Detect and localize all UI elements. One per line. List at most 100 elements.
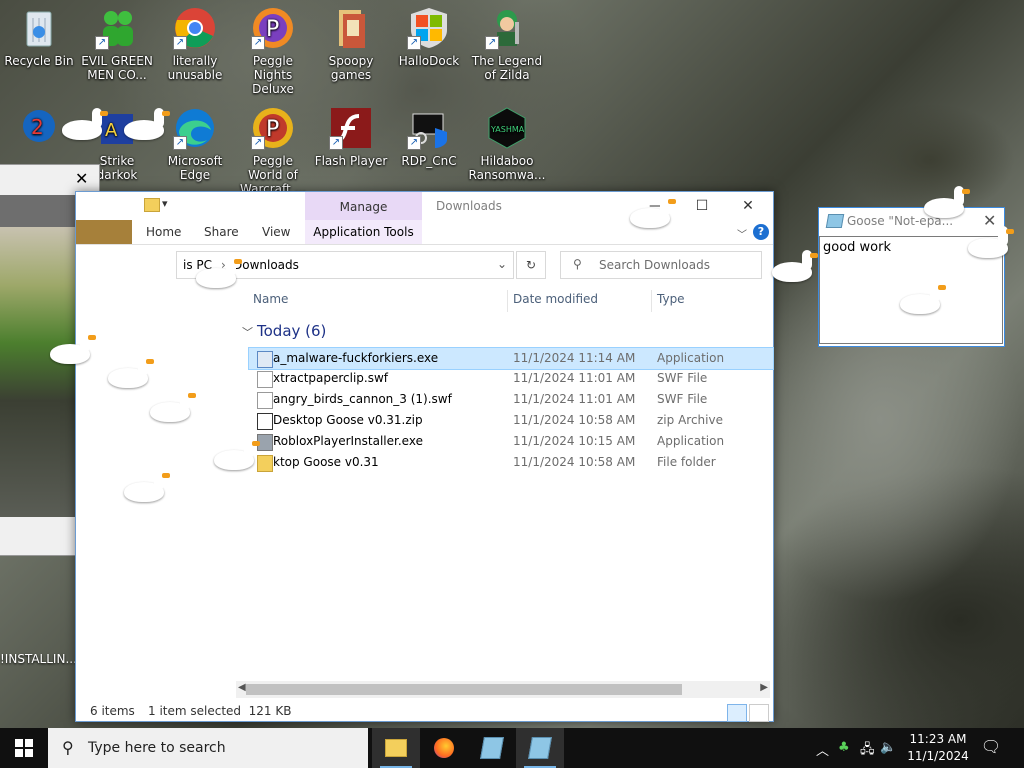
tab-view[interactable]: View: [262, 225, 290, 239]
volume-icon[interactable]: 🔈: [880, 740, 896, 755]
file-type: SWF File: [657, 371, 708, 385]
file-row[interactable]: a_malware-fuckforkiers.exe 11/1/2024 11:…: [248, 347, 774, 370]
quick-access-dropdown-icon[interactable]: ▾: [162, 197, 168, 210]
start-button[interactable]: [0, 728, 48, 768]
desktop-icon-label: RDP_CnC: [401, 154, 457, 168]
goose-sprite[interactable]: [196, 256, 244, 290]
desktop-icon-hallodock[interactable]: ↗ HalloDock: [390, 6, 468, 68]
maximize-button[interactable]: ☐: [679, 192, 725, 220]
chrome-icon: ↗: [173, 6, 217, 50]
file-date: 11/1/2024 10:58 AM: [513, 455, 636, 469]
horizontal-scrollbar[interactable]: ◀ ▶: [236, 681, 770, 698]
close-button[interactable]: ✕: [725, 192, 771, 220]
details-view-icon[interactable]: [727, 704, 747, 722]
desktop-icon-recycle-bin[interactable]: Recycle Bin: [0, 6, 78, 68]
desktop-icon-label: literally unusable: [167, 54, 223, 82]
file-row[interactable]: ktop Goose v0.31 11/1/2024 10:58 AM File…: [249, 452, 773, 473]
show-hidden-icons-icon[interactable]: ︿: [816, 740, 829, 759]
file-row[interactable]: xtractpaperclip.swf 11/1/2024 11:01 AM S…: [249, 368, 773, 389]
tab-file[interactable]: [76, 220, 132, 244]
taskbar-file-explorer[interactable]: [372, 728, 420, 768]
desktop-icon-literally-unusable[interactable]: ↗ literally unusable: [156, 6, 234, 82]
column-divider[interactable]: [507, 290, 508, 312]
scrollbar-thumb[interactable]: [246, 684, 682, 695]
file-explorer-window[interactable]: ▾ Manage Downloads — ☐ ✕ Home Share View…: [75, 191, 774, 722]
network-icon[interactable]: 🖧: [860, 740, 875, 762]
column-header-type[interactable]: Type: [657, 292, 685, 306]
taskbar-search-input[interactable]: ⚲ Type here to search: [48, 728, 368, 768]
group-header-today[interactable]: ﹀ Today (6): [242, 322, 326, 340]
green-men-icon: ↗: [95, 6, 139, 50]
shortcut-arrow-icon: ↗: [173, 136, 187, 150]
column-divider[interactable]: [651, 290, 652, 312]
desktop-icon-hildaboo[interactable]: YASHMA Hildaboo Ransomwa...: [468, 106, 546, 182]
file-type: File folder: [657, 455, 716, 469]
game-icon: 2: [17, 106, 61, 150]
goose-sprite[interactable]: [214, 438, 262, 472]
tab-application-tools[interactable]: Application Tools: [305, 220, 422, 244]
chevron-down-icon[interactable]: ⌄: [497, 257, 507, 271]
goose-sprite[interactable]: [50, 332, 98, 366]
flash-icon: ↗: [329, 106, 373, 150]
file-row[interactable]: RobloxPlayerInstaller.exe 11/1/2024 10:1…: [249, 431, 773, 452]
tab-home[interactable]: Home: [146, 225, 181, 239]
firefox-icon: [434, 738, 454, 758]
taskbar-notepad[interactable]: [468, 728, 516, 768]
desktop-icon-evil-green-men[interactable]: ↗ EVIL GREEN MEN CO...: [78, 6, 156, 82]
goose-sprite[interactable]: [772, 250, 820, 284]
goose-sprite[interactable]: [124, 470, 172, 504]
file-row[interactable]: angry_birds_cannon_3 (1).swf 11/1/2024 1…: [249, 389, 773, 410]
zelda-icon: ↗: [485, 6, 529, 50]
notepad-icon: [480, 737, 504, 759]
close-icon[interactable]: ✕: [75, 169, 88, 188]
clock-time: 11:23 AM: [909, 732, 967, 746]
desktop-icon-label: Peggle Nights Deluxe: [252, 54, 294, 96]
desktop-icon-label: Microsoft Edge: [167, 154, 223, 182]
large-icons-view-icon[interactable]: [749, 704, 769, 722]
search-placeholder: Type here to search: [88, 740, 226, 756]
chevron-down-icon[interactable]: ﹀: [242, 326, 253, 339]
desktop-icon-legend-of-zilda[interactable]: ↗ The Legend of Zilda: [468, 6, 546, 82]
taskbar-notepad-2[interactable]: [516, 728, 564, 768]
goose-sprite[interactable]: [108, 356, 156, 390]
desktop-icon-peggle-wow[interactable]: P ↗ Peggle World of Warcraft ...: [234, 106, 312, 196]
desktop-icon-peggle-nights[interactable]: P ↗ Peggle Nights Deluxe: [234, 6, 312, 96]
goose-sprite[interactable]: [62, 108, 110, 142]
manage-tab[interactable]: Manage: [305, 192, 422, 220]
refresh-button[interactable]: ↻: [516, 251, 546, 279]
search-input[interactable]: ⚲ Search Downloads: [560, 251, 762, 279]
desktop-icon-rdp-cnc[interactable]: ↗ RDP_CnC: [390, 106, 468, 168]
tray-app-icon[interactable]: ♣: [838, 740, 850, 755]
shortcut-arrow-icon: ↗: [95, 36, 109, 50]
goose-sprite[interactable]: [124, 108, 172, 142]
goose-sprite[interactable]: [150, 390, 198, 424]
scroll-left-icon[interactable]: ◀: [238, 682, 246, 693]
file-name: Desktop Goose v0.31.zip: [273, 413, 423, 427]
swf-file-icon: [257, 392, 273, 409]
goose-sprite[interactable]: [924, 186, 972, 220]
help-icon[interactable]: ?: [753, 224, 769, 240]
notification-center-icon[interactable]: 🗨: [980, 737, 1002, 757]
file-row[interactable]: Desktop Goose v0.31.zip 11/1/2024 10:58 …: [249, 410, 773, 431]
goose-sprite[interactable]: [968, 226, 1016, 260]
goose-sprite[interactable]: [630, 196, 678, 230]
file-date: 11/1/2024 11:14 AM: [513, 351, 636, 365]
group-label: Today (6): [257, 322, 327, 340]
column-header-name[interactable]: Name: [253, 292, 288, 306]
system-clock[interactable]: 11:23 AM 11/1/2024: [906, 731, 970, 765]
desktop-icon-label-installing[interactable]: !INSTALLIN...: [0, 652, 80, 666]
desktop-icon-flash-player[interactable]: ↗ Flash Player: [312, 106, 390, 168]
taskbar: ⚲ Type here to search ︿ ♣ 🖧 🔈 11:23 AM 1…: [0, 728, 1024, 768]
shortcut-arrow-icon: ↗: [407, 36, 421, 50]
tab-share[interactable]: Share: [204, 225, 239, 239]
folder-icon: [385, 739, 407, 757]
scroll-right-icon[interactable]: ▶: [760, 682, 768, 693]
shortcut-arrow-icon: ↗: [251, 36, 265, 50]
taskbar-firefox[interactable]: [420, 728, 468, 768]
desktop-icon-spoopy-games[interactable]: Spoopy games: [312, 6, 390, 82]
file-name: xtractpaperclip.swf: [273, 371, 389, 385]
column-header-date[interactable]: Date modified: [513, 292, 598, 306]
shortcut-arrow-icon: ↗: [251, 136, 265, 150]
chevron-down-icon[interactable]: ﹀: [737, 226, 747, 241]
goose-sprite[interactable]: [900, 282, 948, 316]
